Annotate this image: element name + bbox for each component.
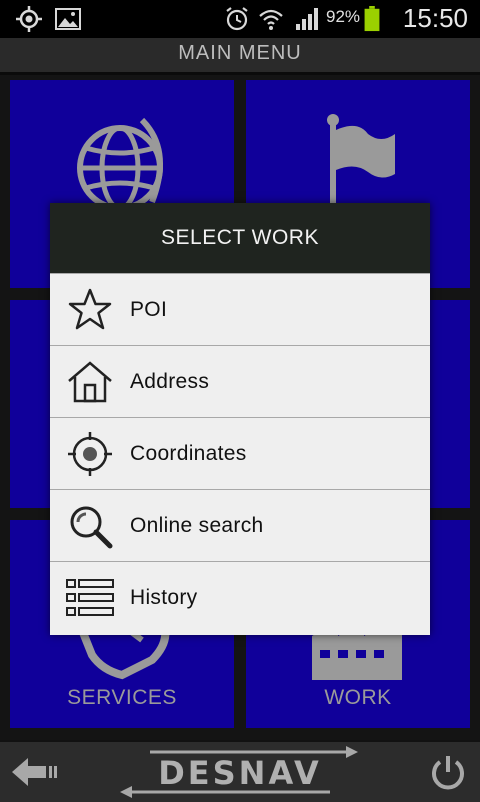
dialog-item-coordinates[interactable]: Coordinates [50,417,430,489]
dialog-title: SELECT WORK [50,203,430,273]
page-title: MAIN MENU [0,38,480,75]
bottom-bar: DESNAV [0,740,480,802]
alarm-icon [226,7,248,31]
list-icon [66,578,114,616]
image-icon [55,8,81,30]
logo-text: DESNAV [158,754,322,792]
gps-icon [16,6,42,32]
signal-icon [296,8,318,30]
clock-time: 15:50 [402,3,468,33]
battery-percent: 92% [326,7,361,26]
dialog-item-poi[interactable]: POI [50,273,430,345]
star-icon [68,288,112,329]
dialog-item-label: POI [130,297,168,321]
wifi-icon [259,9,283,30]
dialog-item-label: Address [130,369,210,393]
tile-label: WORK [324,686,392,709]
select-work-dialog: SELECT WORK POI Address Coordinates Onli… [50,203,430,635]
desnav-logo: DESNAV [120,746,360,798]
dialog-item-history[interactable]: History [50,561,430,633]
tile-label: SERVICES [67,686,177,709]
battery-icon [364,6,380,32]
target-icon [68,431,112,476]
power-icon[interactable] [430,754,466,790]
dialog-item-label: History [130,585,198,609]
status-bar: 92% 15:50 [0,0,480,38]
back-arrow-icon[interactable] [12,756,60,788]
dialog-item-address[interactable]: Address [50,345,430,417]
magnifier-icon [70,506,113,548]
dialog-item-label: Online search [130,513,264,537]
house-icon [68,360,112,402]
dialog-item-online-search[interactable]: Online search [50,489,430,561]
dialog-item-label: Coordinates [130,441,247,465]
